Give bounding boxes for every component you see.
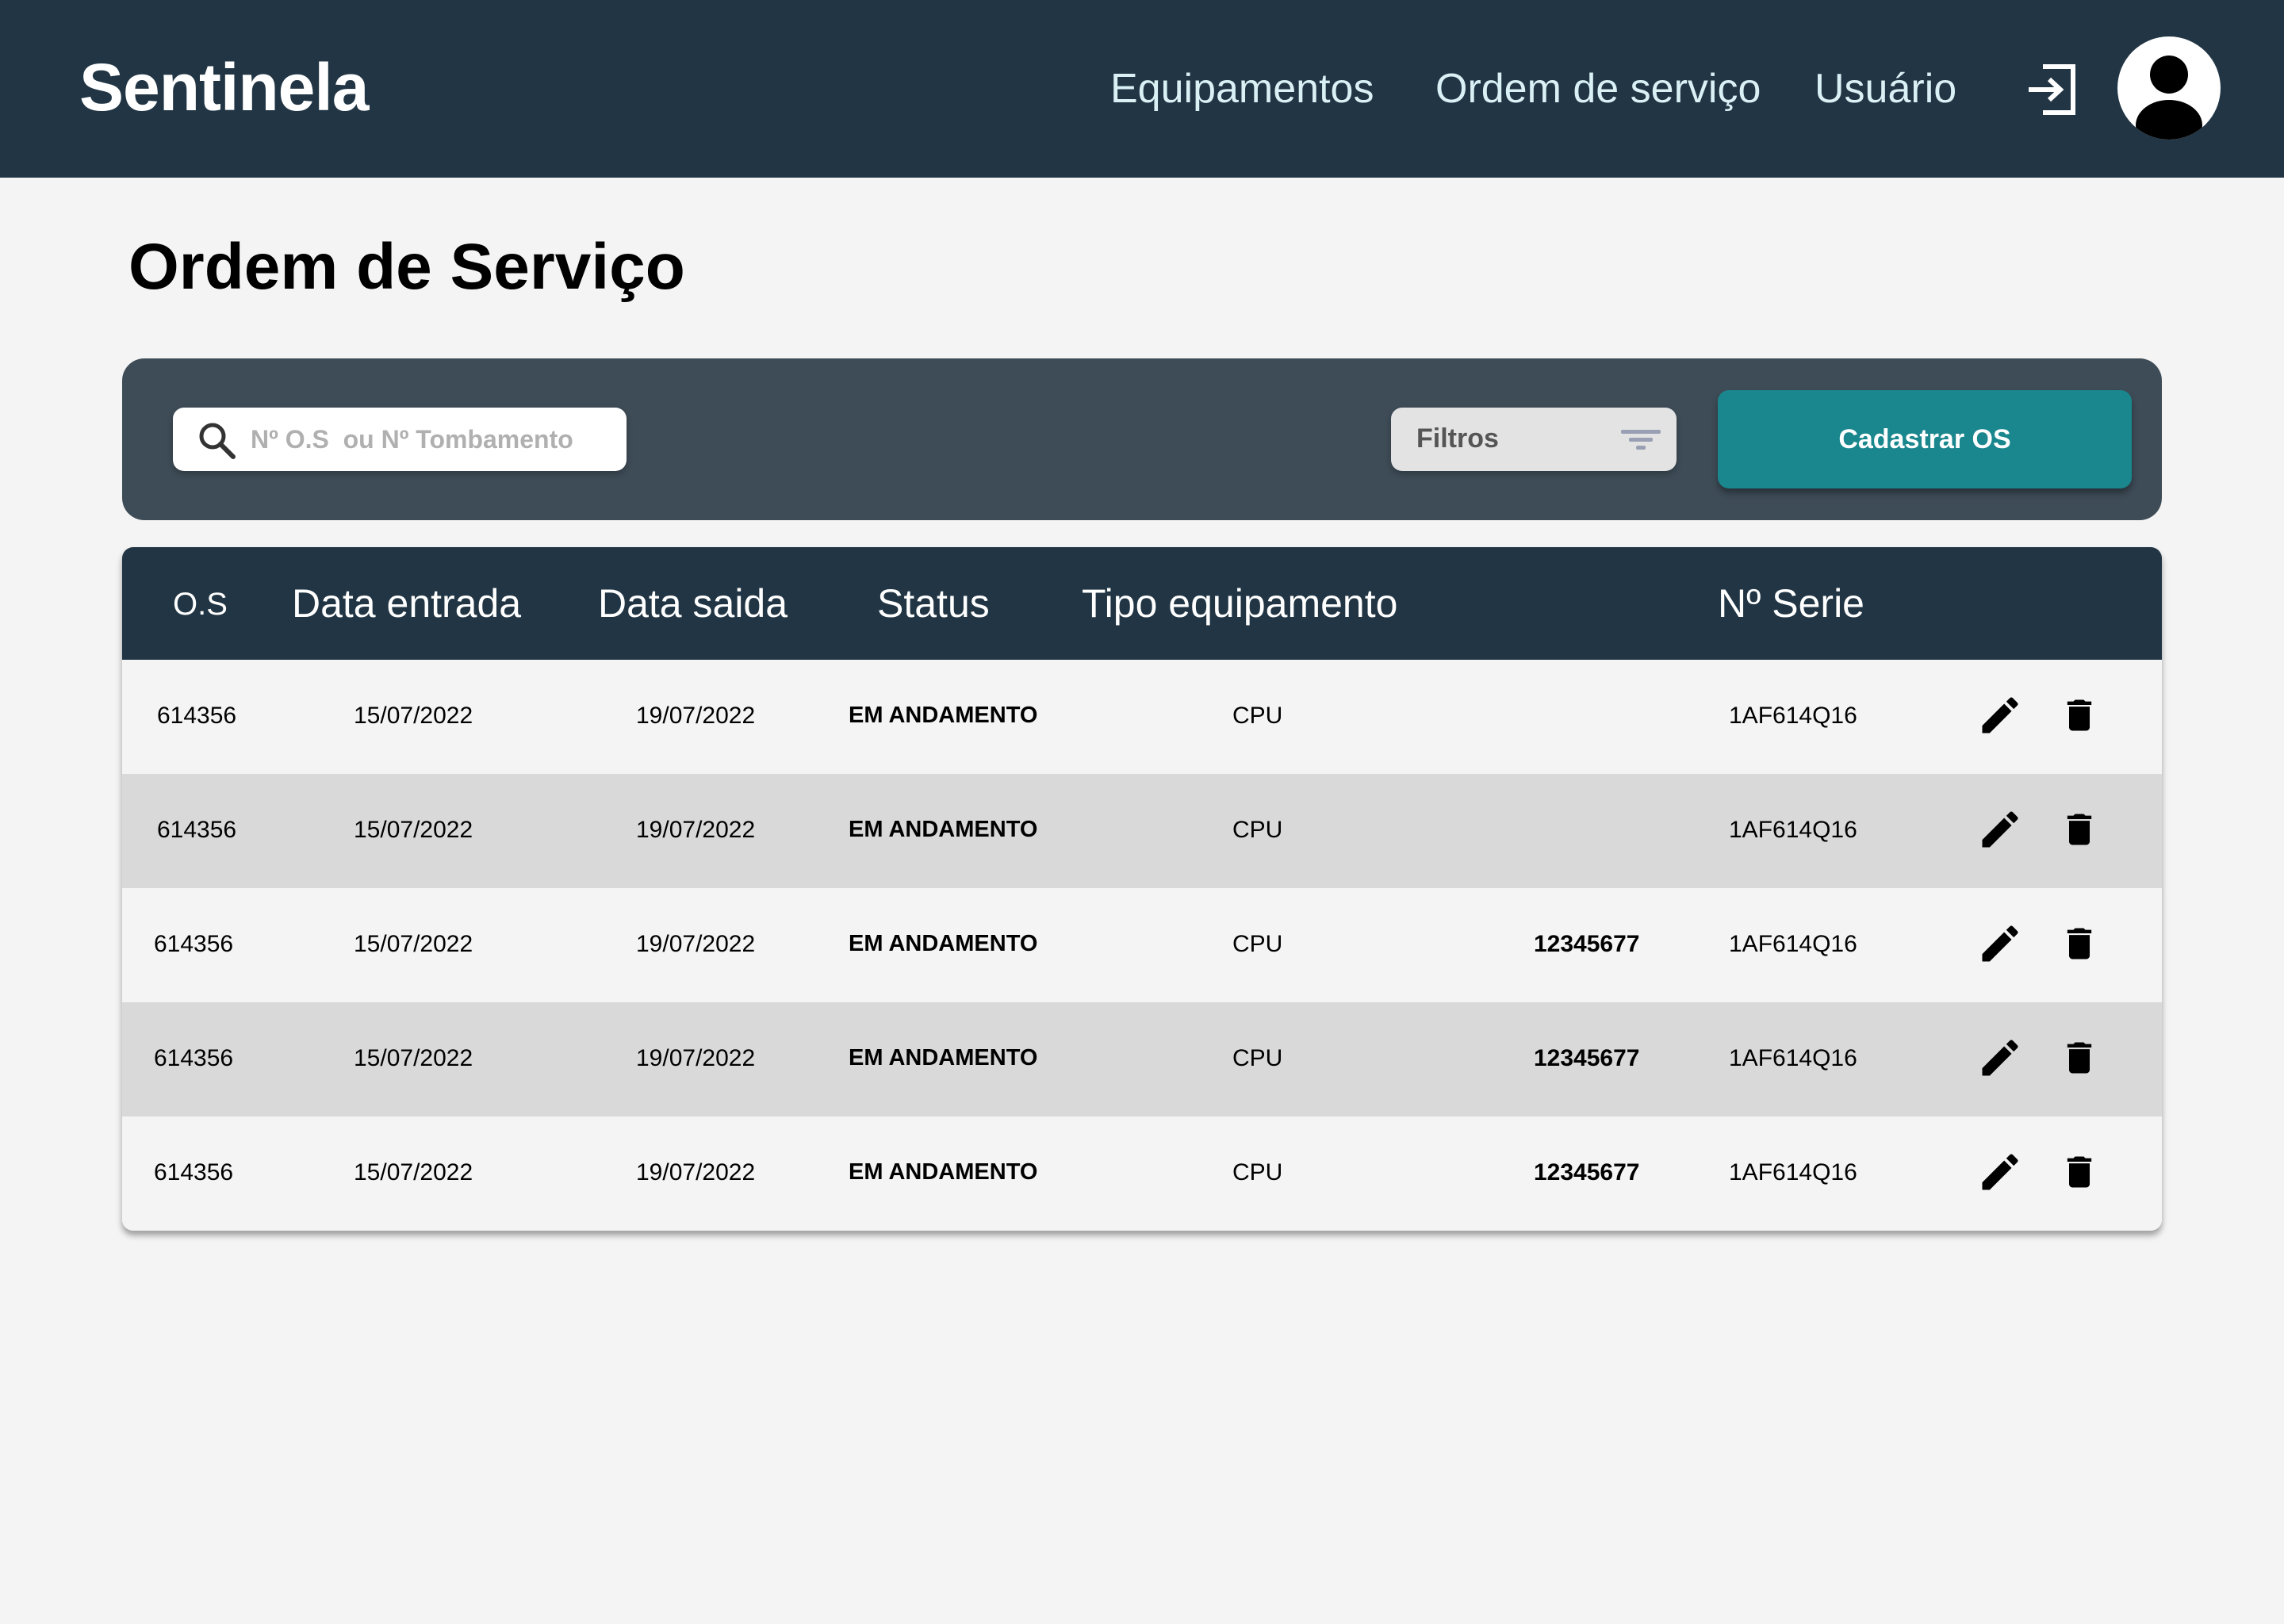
cell-data-entrada: 15/07/2022 bbox=[354, 817, 473, 843]
cell-data-entrada: 15/07/2022 bbox=[354, 703, 473, 729]
nav-link-usuario[interactable]: Usuário bbox=[1815, 65, 1956, 113]
service-orders-table: O.S Data entrada Data saida Status Tipo … bbox=[122, 547, 2162, 1231]
cell-data-saida: 19/07/2022 bbox=[636, 817, 756, 843]
brand-logo[interactable]: Sentinela bbox=[79, 49, 369, 126]
cell-status: EM ANDAMENTO bbox=[849, 931, 1038, 956]
cell-os: 614356 bbox=[154, 1159, 234, 1185]
trash-icon[interactable] bbox=[2059, 695, 2100, 736]
cell-tipo-equipamento: CPU bbox=[1232, 1159, 1283, 1185]
cell-n-serie: 1AF614Q16 bbox=[1729, 1159, 1857, 1185]
cell-n-serie: 1AF614Q16 bbox=[1729, 1045, 1857, 1071]
search-input[interactable] bbox=[251, 408, 615, 471]
cell-tipo-equipamento: CPU bbox=[1232, 703, 1283, 729]
page-title: Ordem de Serviço bbox=[128, 231, 685, 303]
cell-tombamento: 12345677 bbox=[1534, 931, 1640, 957]
cadastrar-os-button[interactable]: Cadastrar OS bbox=[1718, 390, 2132, 488]
nav-link-ordem-de-servico[interactable]: Ordem de serviço bbox=[1435, 65, 1761, 113]
cell-status: EM ANDAMENTO bbox=[849, 1159, 1038, 1185]
edit-icon[interactable] bbox=[1976, 806, 2024, 853]
trash-icon[interactable] bbox=[2059, 923, 2100, 964]
cell-status: EM ANDAMENTO bbox=[849, 1045, 1038, 1071]
column-header-tipo-equipamento[interactable]: Tipo equipamento bbox=[1082, 580, 1397, 626]
table-row[interactable]: 614356 15/07/2022 19/07/2022 EM ANDAMENT… bbox=[122, 888, 2162, 1002]
table-header: O.S Data entrada Data saida Status Tipo … bbox=[122, 547, 2162, 660]
cell-n-serie: 1AF614Q16 bbox=[1729, 931, 1857, 957]
cell-os: 614356 bbox=[157, 817, 237, 843]
cell-tipo-equipamento: CPU bbox=[1232, 1045, 1283, 1071]
cell-tombamento: 12345677 bbox=[1534, 1045, 1640, 1071]
table-row[interactable]: 614356 15/07/2022 19/07/2022 EM ANDAMENT… bbox=[122, 774, 2162, 888]
cell-data-entrada: 15/07/2022 bbox=[354, 1045, 473, 1071]
cell-data-entrada: 15/07/2022 bbox=[354, 931, 473, 957]
cell-data-saida: 19/07/2022 bbox=[636, 1045, 756, 1071]
cell-data-entrada: 15/07/2022 bbox=[354, 1159, 473, 1185]
trash-icon[interactable] bbox=[2059, 809, 2100, 850]
nav-link-equipamentos[interactable]: Equipamentos bbox=[1110, 65, 1374, 113]
table-row[interactable]: 614356 15/07/2022 19/07/2022 EM ANDAMENT… bbox=[122, 1002, 2162, 1116]
column-header-data-entrada[interactable]: Data entrada bbox=[292, 580, 521, 626]
search-icon bbox=[199, 423, 236, 459]
edit-icon[interactable] bbox=[1976, 691, 2024, 739]
cell-os: 614356 bbox=[154, 1045, 234, 1071]
toolbar: Filtros Cadastrar OS bbox=[122, 358, 2162, 520]
logout-icon[interactable] bbox=[2024, 62, 2079, 117]
cell-data-saida: 19/07/2022 bbox=[636, 703, 756, 729]
search-box[interactable] bbox=[173, 408, 627, 471]
trash-icon[interactable] bbox=[2059, 1151, 2100, 1193]
cell-tipo-equipamento: CPU bbox=[1232, 817, 1283, 843]
cell-data-saida: 19/07/2022 bbox=[636, 1159, 756, 1185]
cell-data-saida: 19/07/2022 bbox=[636, 931, 756, 957]
column-header-data-saida[interactable]: Data saida bbox=[598, 580, 788, 626]
column-header-os[interactable]: O.S bbox=[173, 587, 228, 622]
filter-icon bbox=[1621, 430, 1661, 450]
cell-tipo-equipamento: CPU bbox=[1232, 931, 1283, 957]
cell-n-serie: 1AF614Q16 bbox=[1729, 703, 1857, 729]
edit-icon[interactable] bbox=[1976, 1148, 2024, 1196]
top-navbar: Sentinela Equipamentos Ordem de serviço … bbox=[0, 0, 2284, 178]
cell-n-serie: 1AF614Q16 bbox=[1729, 817, 1857, 843]
edit-icon[interactable] bbox=[1976, 1034, 2024, 1082]
user-avatar-icon[interactable] bbox=[2117, 36, 2221, 140]
table-row[interactable]: 614356 15/07/2022 19/07/2022 EM ANDAMENT… bbox=[122, 660, 2162, 774]
column-header-n-serie[interactable]: Nº Serie bbox=[1718, 580, 1864, 626]
cell-os: 614356 bbox=[157, 703, 237, 729]
edit-icon[interactable] bbox=[1976, 920, 2024, 967]
filters-dropdown[interactable]: Filtros bbox=[1391, 408, 1677, 471]
filters-label: Filtros bbox=[1416, 423, 1499, 454]
cell-tombamento: 12345677 bbox=[1534, 1159, 1640, 1185]
cell-os: 614356 bbox=[154, 931, 234, 957]
cell-status: EM ANDAMENTO bbox=[849, 817, 1038, 842]
trash-icon[interactable] bbox=[2059, 1037, 2100, 1078]
column-header-status[interactable]: Status bbox=[877, 580, 990, 626]
cell-status: EM ANDAMENTO bbox=[849, 703, 1038, 728]
table-row[interactable]: 614356 15/07/2022 19/07/2022 EM ANDAMENT… bbox=[122, 1116, 2162, 1231]
